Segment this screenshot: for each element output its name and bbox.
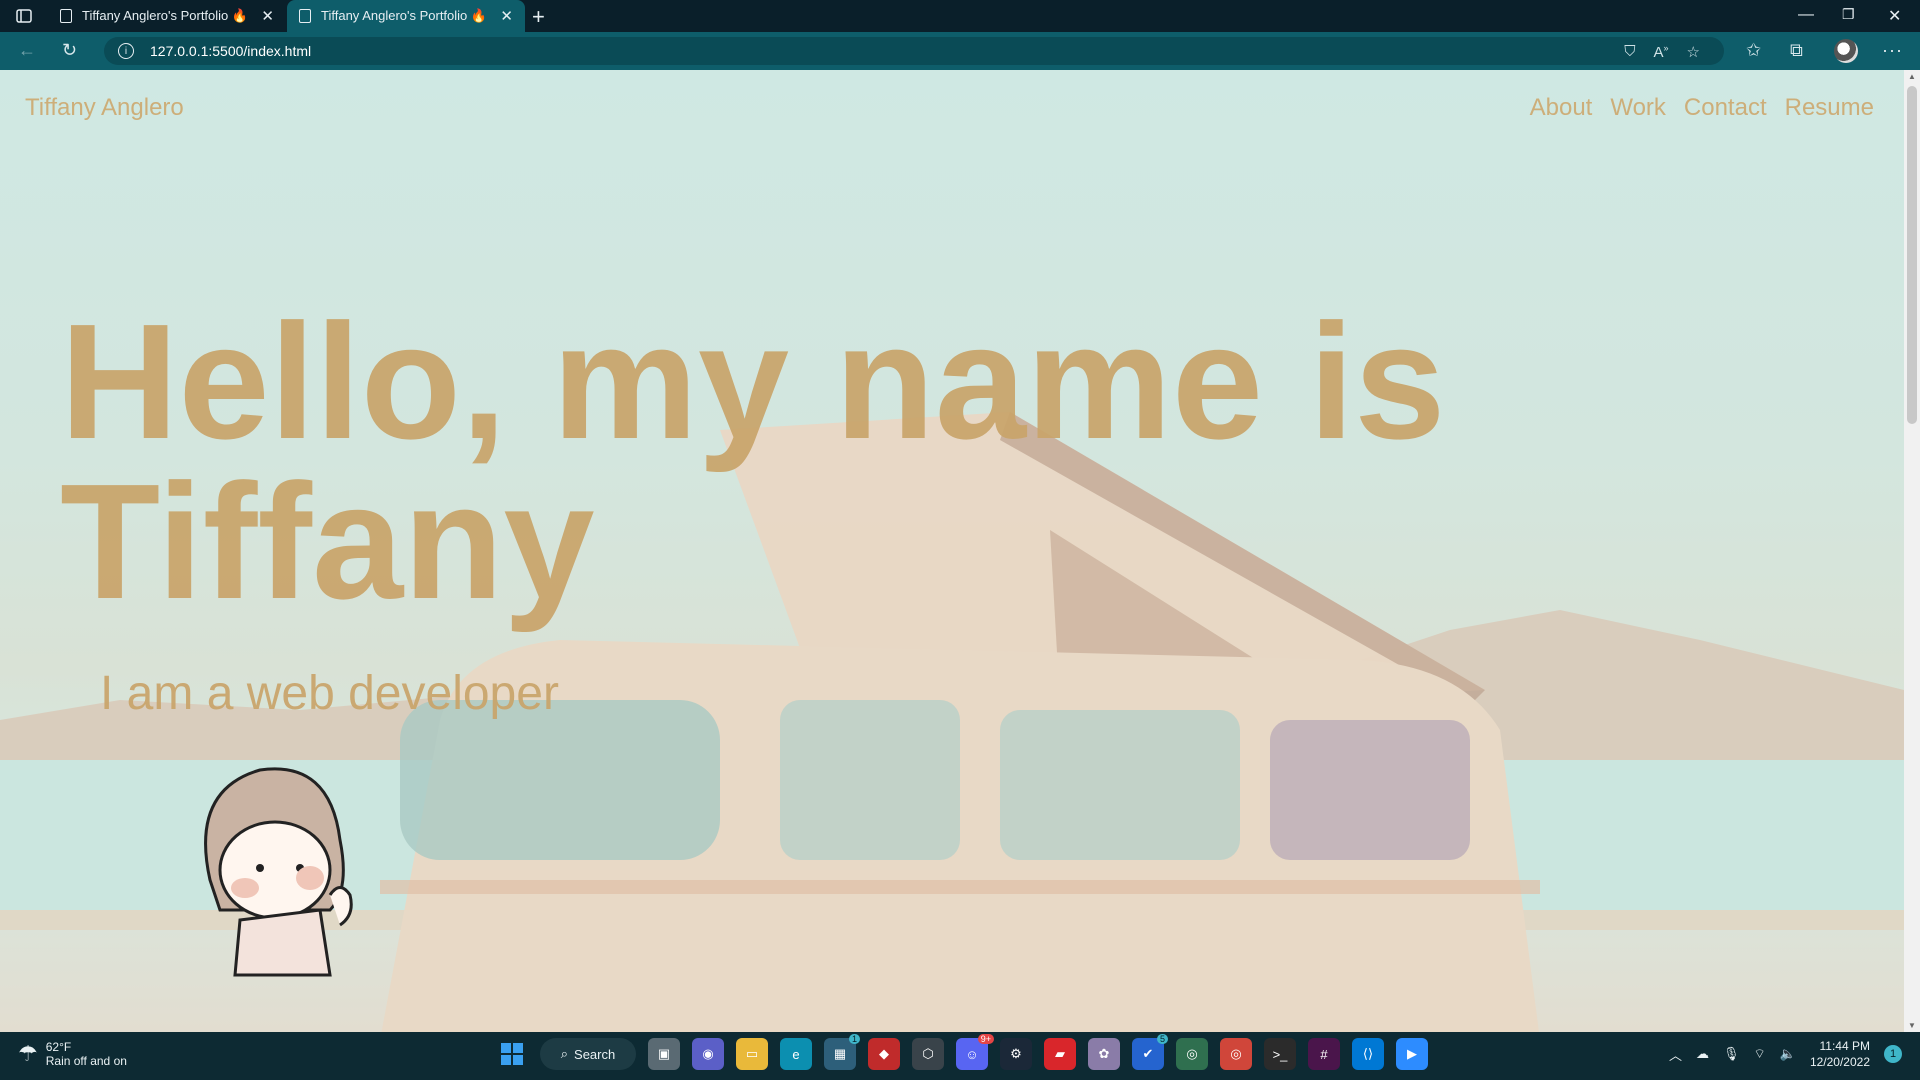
close-tab-icon[interactable]: ✕ [261, 7, 274, 25]
chrome-icon[interactable]: ◎ [1220, 1038, 1252, 1070]
tab-title: Tiffany Anglero's Portfolio 🔥 [321, 8, 488, 23]
vscode-icon[interactable]: ⟨⟩ [1352, 1038, 1384, 1070]
url-text: 127.0.0.1:5500/index.html [150, 43, 312, 59]
scroll-down-arrow[interactable]: ▼ [1908, 1021, 1916, 1030]
favorites-icon[interactable]: ✩ [1746, 40, 1761, 61]
photo-app-icon[interactable]: ✿ [1088, 1038, 1120, 1070]
web-page: Tiffany Anglero About Work Contact Resum… [0, 70, 1904, 1032]
back-icon[interactable]: ← [18, 40, 36, 61]
unity-icon[interactable]: ⬡ [912, 1038, 944, 1070]
weather-temperature: 62°F [45, 1040, 72, 1054]
new-tab-button[interactable]: + [532, 4, 545, 30]
todo-icon[interactable]: ✔ 5 [1132, 1034, 1168, 1070]
scroll-up-arrow[interactable]: ▲ [1908, 72, 1916, 81]
browser-tab-1[interactable]: Tiffany Anglero's Portfolio 🔥 ✕ [48, 0, 286, 32]
tab-strip: Tiffany Anglero's Portfolio 🔥 ✕ Tiffany … [0, 0, 1920, 32]
zoom-icon[interactable]: ▶ [1396, 1038, 1428, 1070]
taskbar-clock[interactable]: 11:44 PM 12/20/2022 [1810, 1038, 1870, 1070]
chrome-profile-icon[interactable]: ◎ [1176, 1038, 1208, 1070]
windows-start-icon[interactable] [496, 1038, 528, 1070]
edge-browser-icon[interactable]: e [780, 1038, 812, 1070]
browser-toolbar: ← ↻ i 127.0.0.1:5500/index.html ⛉ A» ☆ ✩… [0, 32, 1920, 70]
wifi-icon[interactable]: ⌔ [1754, 1046, 1766, 1062]
weather-condition: Rain off and on [45, 1054, 127, 1068]
browser-tab-2-active[interactable]: Tiffany Anglero's Portfolio 🔥 ✕ [287, 0, 525, 32]
slack-icon[interactable]: # [1308, 1038, 1340, 1070]
volume-icon[interactable]: 🔈 [1780, 1046, 1796, 1062]
nav-resume-link[interactable]: Resume [1785, 94, 1874, 122]
hero-heading: Hello, my name is Tiffany [60, 290, 1446, 633]
close-tab-icon[interactable]: ✕ [500, 7, 513, 25]
collections-icon[interactable]: ⧉ [1790, 40, 1803, 61]
page-icon [60, 9, 72, 23]
tab-actions-icon [16, 9, 32, 23]
teams-chat-icon[interactable]: ◉ [692, 1038, 724, 1070]
microsoft-store-icon[interactable]: ▦ 1 [824, 1034, 860, 1070]
discord-badge: 9+ [977, 1034, 994, 1044]
terminal-icon[interactable]: >_ [1264, 1038, 1296, 1070]
page-icon [299, 9, 311, 23]
chevron-up-icon[interactable]: ︿ [1669, 1045, 1682, 1064]
minimize-button[interactable]: — [1798, 6, 1814, 24]
store-badge: 1 [848, 1034, 860, 1044]
search-label: Search [574, 1046, 616, 1062]
tab-actions-button[interactable] [10, 6, 38, 26]
restore-button[interactable]: ❐ [1842, 6, 1855, 23]
weather-widget[interactable]: ☂ 62°F Rain off and on [18, 1040, 127, 1068]
cartoon-character-illustration [204, 767, 353, 977]
site-info-icon[interactable]: i [118, 43, 134, 59]
site-nav: About Work Contact Resume [1530, 94, 1874, 122]
hero-line-2: Tiffany [60, 450, 595, 633]
todo-badge: 5 [1156, 1034, 1168, 1044]
scroll-thumb[interactable] [1907, 86, 1917, 424]
discord-icon[interactable]: ☺ 9+ [956, 1034, 994, 1070]
more-options-icon[interactable]: ··· [1882, 40, 1903, 61]
taskbar-search-button[interactable]: ⌕ Search [540, 1038, 636, 1070]
profile-avatar[interactable] [1834, 39, 1858, 63]
red-app-icon[interactable]: ◆ [868, 1038, 900, 1070]
adobe-app-icon[interactable]: ▰ [1044, 1038, 1076, 1070]
microphone-icon[interactable]: 🎙 [1723, 1046, 1740, 1062]
file-explorer-icon[interactable]: ▭ [736, 1038, 768, 1070]
notification-badge[interactable]: 1 [1884, 1045, 1902, 1063]
clock-date: 12/20/2022 [1809, 1055, 1870, 1069]
read-aloud-icon[interactable]: A» [1654, 43, 1669, 61]
tab-title: Tiffany Anglero's Portfolio 🔥 [82, 8, 249, 23]
nav-about-link[interactable]: About [1530, 94, 1593, 122]
page-scrollbar[interactable]: ▲ ▼ [1904, 70, 1920, 1032]
taskbar-apps: ⌕ Search ▣ ◉ ▭ e ▦ 1 ◆ ⬡ ☺ 9+ ⚙ ▰ ✿ ✔ 5 ◎ ◎… [496, 1034, 1428, 1070]
window-close-button[interactable]: ✕ [1888, 6, 1901, 26]
system-tray: ︿ ☁ 🎙 ⌔ 🔈 11:44 PM 12/20/2022 1 [1669, 1038, 1902, 1070]
steam-icon[interactable]: ⚙ [1000, 1038, 1032, 1070]
address-bar[interactable]: i 127.0.0.1:5500/index.html ⛉ A» ☆ [104, 37, 1724, 65]
hero-subtitle: I am a web developer [100, 667, 559, 720]
refresh-icon[interactable]: ↻ [62, 40, 77, 61]
task-view-icon[interactable]: ▣ [648, 1038, 680, 1070]
onedrive-cloud-icon[interactable]: ☁ [1696, 1046, 1709, 1062]
nav-contact-link[interactable]: Contact [1684, 94, 1767, 122]
rain-cloud-icon: ☂ [18, 1041, 38, 1066]
hero-line-1: Hello, my name is [60, 290, 1446, 473]
site-brand[interactable]: Tiffany Anglero [25, 94, 184, 122]
tracking-prevention-icon[interactable]: ⛉ [1624, 43, 1635, 61]
search-icon: ⌕ [560, 1046, 569, 1061]
add-favorite-icon[interactable]: ☆ [1687, 43, 1700, 61]
clock-time: 11:44 PM [1819, 1039, 1870, 1053]
nav-work-link[interactable]: Work [1610, 94, 1666, 122]
windows-taskbar: ☂ 62°F Rain off and on ⌕ Search ▣ ◉ ▭ e … [0, 1032, 1920, 1080]
